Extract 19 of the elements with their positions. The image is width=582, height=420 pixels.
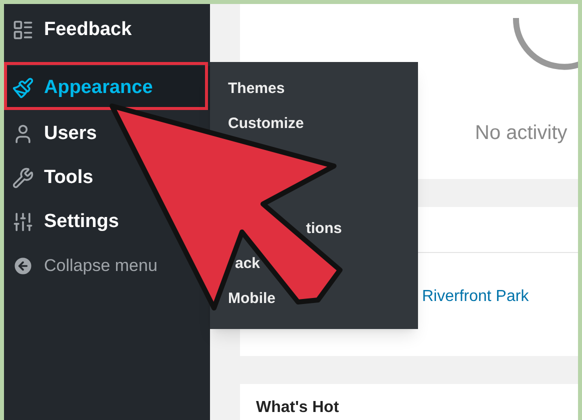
submenu-item[interactable]: ack [235,253,260,276]
sidebar-item[interactable]: Feedback [4,8,136,52]
event-link[interactable]: Riverfront Park [422,288,529,305]
card-title: What's Hot [256,399,339,416]
sidebar-item[interactable]: Settings [4,200,123,244]
activity-message: No activity [475,121,568,146]
collapse-icon [12,255,34,277]
sidebar-item[interactable]: Appearance [4,66,210,110]
sidebar-item[interactable]: Tools [4,156,98,200]
sidebar-item[interactable]: Users [4,112,101,156]
list-icon [12,19,34,41]
submenu-item[interactable]: tions [306,218,342,241]
submenu-item[interactable]: Customize [228,113,304,136]
submenu-item[interactable]: Mobile [228,288,276,311]
paintbrush-icon [12,77,34,99]
collapse-menu-button[interactable]: Collapse menu [4,244,162,288]
wrench-icon [12,167,34,189]
submenu-item[interactable]: Themes [228,78,285,101]
sliders-icon [12,211,34,233]
